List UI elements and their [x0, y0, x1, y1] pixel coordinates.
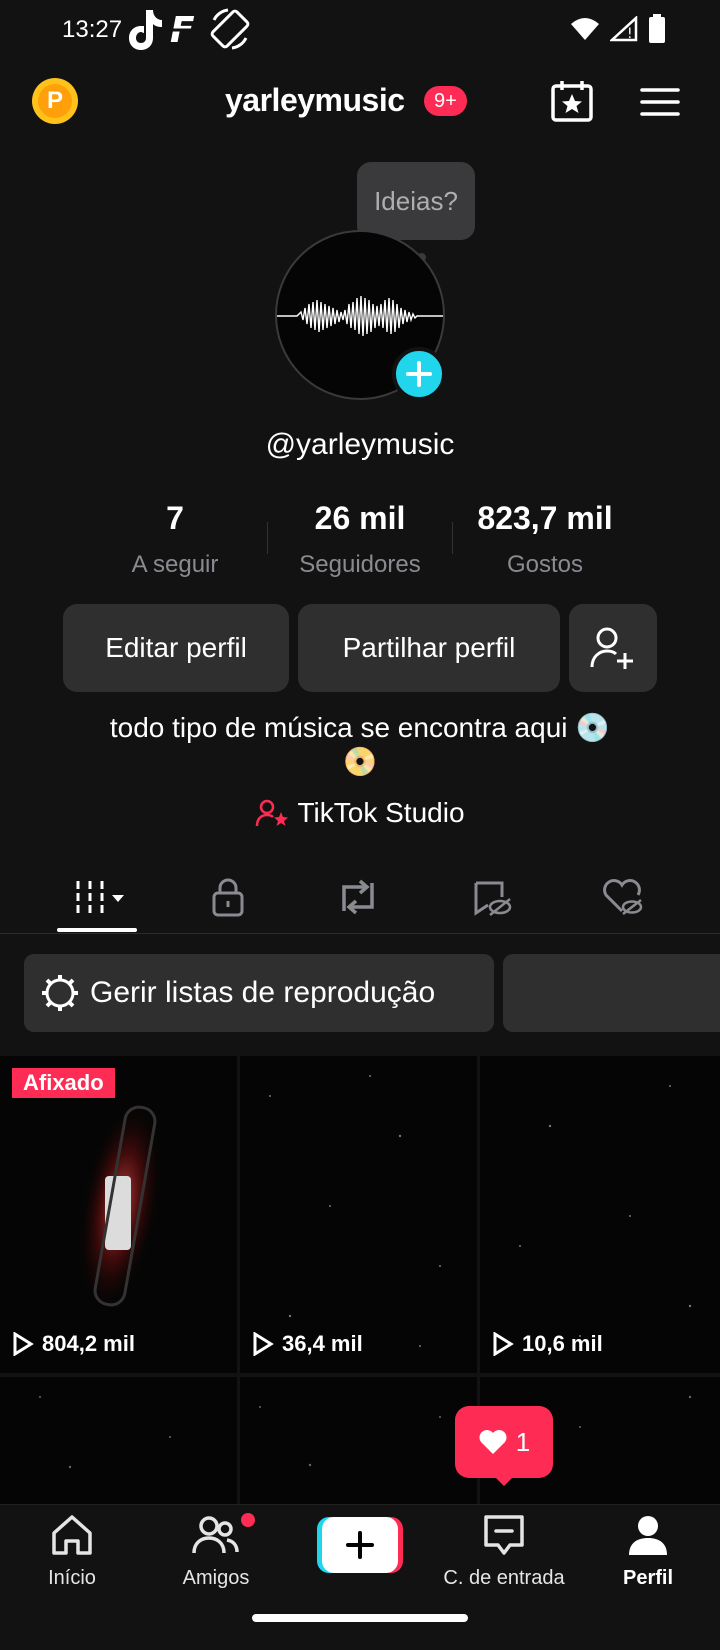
signal-icon: ! — [610, 16, 638, 42]
tiktok-studio-link[interactable]: TikTok Studio — [0, 797, 720, 829]
nav-home[interactable]: Início — [0, 1513, 144, 1590]
video-views: 10,6 mil — [492, 1331, 603, 1357]
video-views: 36,4 mil — [252, 1331, 363, 1357]
plus-icon — [406, 361, 432, 387]
play-icon — [493, 1332, 514, 1356]
nav-friends[interactable]: Amigos — [144, 1513, 288, 1590]
tab-liked[interactable] — [592, 872, 652, 922]
profile-header: P yarleymusic 9+ — [0, 70, 720, 134]
nav-friends-label: Amigos — [182, 1567, 250, 1589]
add-friends-button[interactable] — [569, 604, 657, 692]
view-count: 36,4 mil — [282, 1331, 363, 1356]
stat-label: Seguidores — [299, 551, 421, 578]
status-time: 13:27 — [62, 16, 123, 43]
battery-icon — [649, 14, 665, 43]
profile-bio: todo tipo de música se encontra aqui 💿 — [109, 712, 611, 743]
video-thumbnail-1[interactable]: Afixado 804,2 mil — [0, 1056, 237, 1373]
heart-icon — [479, 1430, 507, 1454]
stat-divider — [452, 522, 453, 554]
nav-inbox-label: C. de entrada — [443, 1567, 565, 1589]
stat-divider — [267, 522, 268, 554]
notification-badge: 9+ — [424, 86, 467, 116]
tiktok-notification-icon — [129, 10, 162, 50]
inbox-icon — [484, 1515, 524, 1555]
gear-icon — [42, 975, 78, 1011]
f-app-icon: F — [168, 10, 198, 51]
bottom-navigation: Início Amigos C. de entrada Perfil — [0, 1504, 720, 1602]
profile-handle: @yarleymusic — [265, 428, 455, 461]
active-tab-indicator — [57, 928, 137, 932]
rotate-icon — [210, 8, 250, 50]
stat-value: 26 mil — [314, 500, 406, 536]
edit-profile-button[interactable]: Editar perfil — [63, 604, 289, 692]
profile-icon — [629, 1516, 667, 1555]
studio-label: TikTok Studio — [297, 797, 465, 828]
bookmark-hidden-icon — [474, 881, 512, 916]
nav-inbox[interactable]: C. de entrada — [432, 1513, 576, 1590]
like-bubble-tail — [492, 1474, 516, 1486]
video-thumbnail-image — [0, 1056, 237, 1373]
status-bar: 13:27 F ! — [0, 0, 720, 62]
videos-grid-icon — [76, 881, 124, 913]
nav-profile[interactable]: Perfil — [576, 1513, 720, 1590]
status-notification-icons: F — [124, 6, 252, 52]
view-count: 804,2 mil — [42, 1331, 135, 1356]
manage-playlists-label: Gerir listas de reprodução — [90, 976, 436, 1009]
profile-stats: 7 A seguir 26 mil Seguidores 823,7 mil G… — [0, 500, 720, 580]
like-notification-bubble[interactable]: 1 — [455, 1406, 553, 1478]
friends-icon — [192, 1516, 239, 1554]
repost-icon — [342, 879, 374, 915]
starfield-image — [0, 1377, 237, 1504]
lock-icon — [212, 878, 244, 917]
heart-hidden-icon — [603, 879, 643, 915]
playlist-card[interactable] — [503, 954, 720, 1032]
tab-reposts[interactable] — [328, 872, 388, 922]
stat-following[interactable]: 7 A seguir — [110, 500, 240, 579]
stat-value: 823,7 mil — [477, 500, 613, 536]
view-count: 10,6 mil — [522, 1331, 603, 1356]
points-button[interactable]: P — [32, 78, 78, 124]
tab-videos[interactable] — [70, 872, 130, 922]
header-username[interactable]: yarleymusic — [225, 82, 405, 119]
profile-tabs — [0, 862, 720, 934]
starfield-image — [480, 1056, 720, 1373]
play-icon — [13, 1332, 34, 1356]
video-thumbnail-4[interactable] — [0, 1377, 237, 1504]
tab-private[interactable] — [198, 872, 258, 922]
video-thumbnail-2[interactable]: 36,4 mil — [240, 1056, 477, 1373]
stat-likes[interactable]: 823,7 mil Gostos — [460, 500, 630, 579]
home-icon — [52, 1515, 92, 1555]
add-user-icon — [590, 627, 633, 669]
menu-icon[interactable] — [638, 82, 682, 122]
video-thumbnail-5[interactable] — [240, 1377, 477, 1504]
status-right-icons: ! — [570, 14, 666, 44]
profile-bio-line2: 📀 — [342, 746, 378, 777]
creator-star-icon — [256, 799, 289, 827]
pinned-badge: Afixado — [12, 1068, 115, 1098]
calendar-star-icon[interactable] — [548, 78, 596, 126]
like-count: 1 — [515, 1426, 531, 1457]
stat-followers[interactable]: 26 mil Seguidores — [285, 500, 435, 579]
video-views: 804,2 mil — [12, 1331, 135, 1357]
friends-notification-dot — [241, 1513, 255, 1527]
stat-label: A seguir — [131, 551, 219, 578]
create-post-button[interactable] — [317, 1517, 403, 1573]
starfield-image — [240, 1056, 477, 1373]
nav-profile-label: Perfil — [622, 1567, 674, 1589]
manage-playlists-button[interactable]: Gerir listas de reprodução — [24, 954, 494, 1032]
starfield-image — [240, 1377, 477, 1504]
home-indicator[interactable] — [252, 1614, 468, 1622]
points-icon: P — [38, 84, 72, 118]
share-profile-button[interactable]: Partilhar perfil — [298, 604, 560, 692]
svg-text:!: ! — [627, 26, 633, 42]
stat-label: Gostos — [506, 551, 584, 578]
tab-favorites[interactable] — [462, 872, 522, 922]
ideas-tooltip[interactable]: Ideias? — [357, 162, 475, 240]
nav-home-label: Início — [48, 1567, 96, 1589]
stat-value: 7 — [166, 500, 184, 536]
wifi-icon — [571, 18, 599, 40]
video-thumbnail-3[interactable]: 10,6 mil — [480, 1056, 720, 1373]
add-avatar-button[interactable] — [392, 347, 446, 401]
play-icon — [253, 1332, 274, 1356]
